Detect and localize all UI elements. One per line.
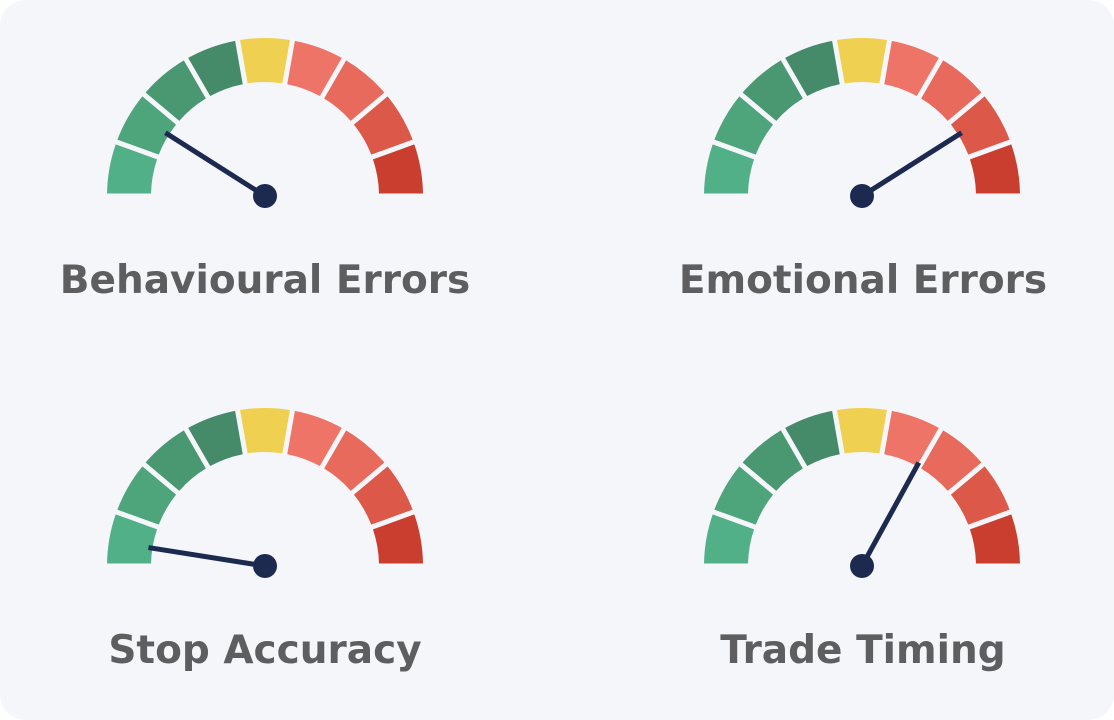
gauge-segment-stop-accuracy-9 <box>372 514 423 564</box>
gauge-trade-timing <box>704 408 1020 578</box>
gauge-needle-emotional-errors <box>860 130 963 199</box>
gauge-hub-trade-timing <box>850 554 874 578</box>
gauge-emotional-errors <box>704 38 1020 208</box>
gauge-needle-stop-accuracy <box>148 545 266 569</box>
gauge-segment-trade-timing-1 <box>704 514 755 564</box>
gauge-title-stop-accuracy: Stop Accuracy <box>108 628 422 673</box>
gauges-canvas <box>107 37 1020 578</box>
gauge-needle-behavioural-errors <box>164 130 267 199</box>
gauge-segment-behavioural-errors-9 <box>372 144 423 194</box>
gauge-segment-behavioural-errors-1 <box>107 144 158 194</box>
gauge-segment-stop-accuracy-5 <box>240 408 290 454</box>
gauge-title-trade-timing: Trade Timing <box>720 628 1006 673</box>
gauge-hub-emotional-errors <box>850 184 874 208</box>
dashboard-panel: Behavioural Errors Emotional Errors Stop… <box>0 0 1114 720</box>
gauge-hub-behavioural-errors <box>253 184 277 208</box>
gauge-behavioural-errors <box>107 37 423 208</box>
gauge-segment-trade-timing-9 <box>969 514 1020 564</box>
gauge-stop-accuracy <box>107 408 423 578</box>
gauge-segment-emotional-errors-9 <box>969 144 1020 194</box>
gauge-segment-behavioural-errors-5 <box>240 37 290 84</box>
gauge-segment-stop-accuracy-1 <box>107 514 158 564</box>
gauge-needle-trade-timing <box>859 461 922 568</box>
gauge-segment-emotional-errors-1 <box>704 144 755 194</box>
gauge-hub-stop-accuracy <box>253 554 277 578</box>
gauge-segment-emotional-errors-5 <box>837 38 887 84</box>
gauge-title-behavioural-errors: Behavioural Errors <box>59 258 471 303</box>
gauge-title-emotional-errors: Emotional Errors <box>678 258 1048 303</box>
gauge-segment-trade-timing-5 <box>837 408 887 454</box>
